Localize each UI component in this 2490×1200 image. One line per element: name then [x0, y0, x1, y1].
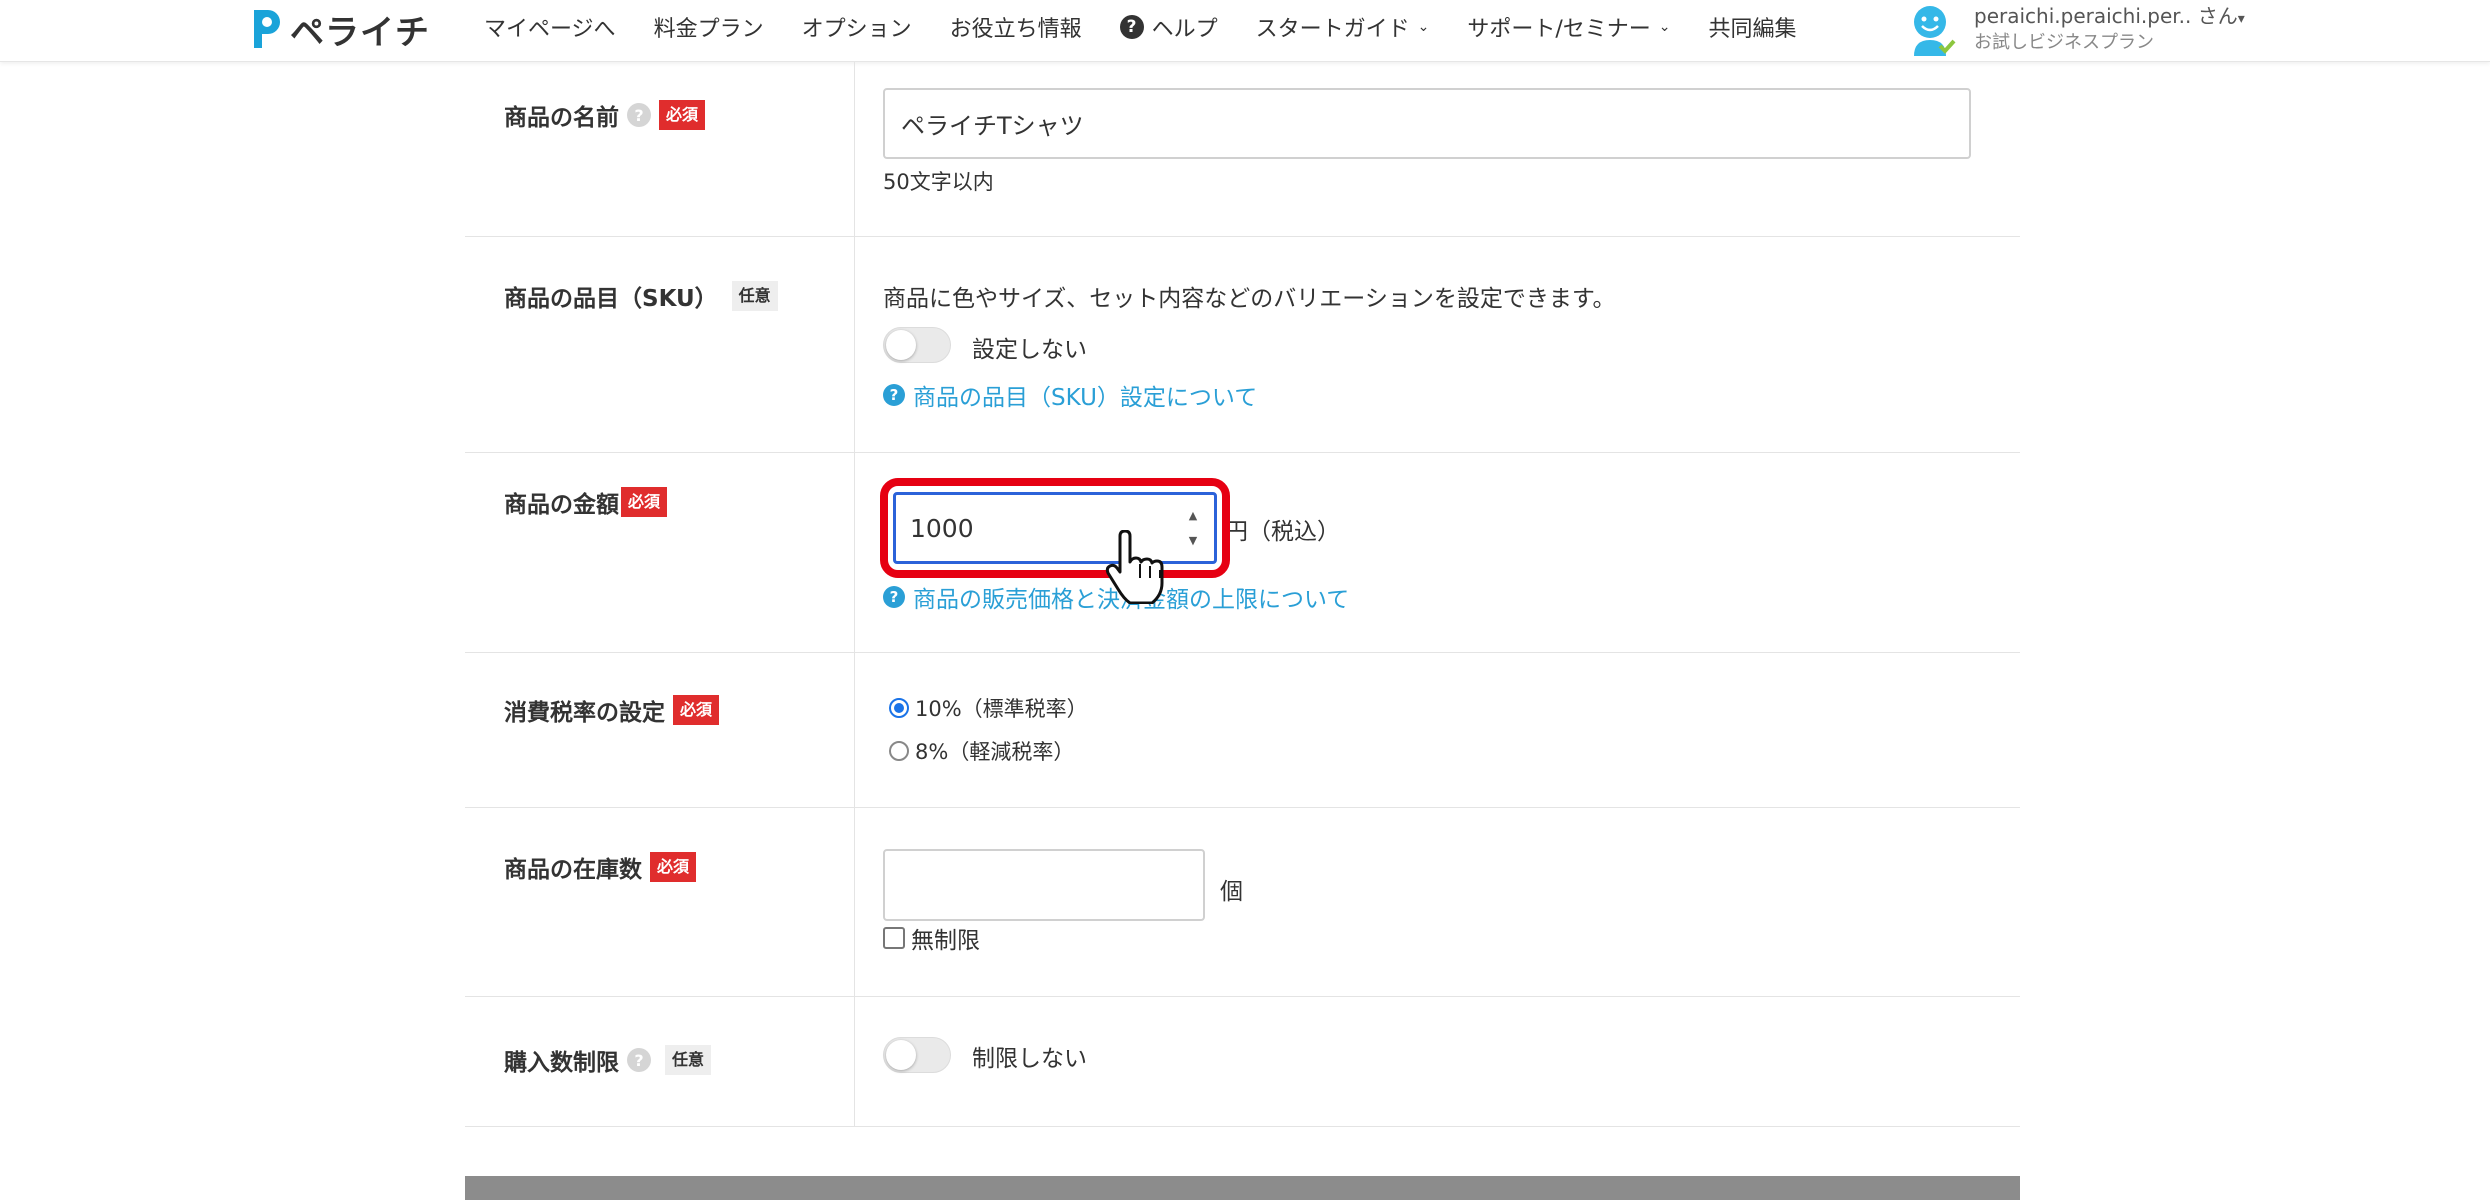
question-circle-icon: ? [883, 586, 905, 608]
logo-text: ペライチ [290, 12, 430, 53]
value-cell: 商品に色やサイズ、セット内容などのバリエーションを設定できます。 設定しない ?… [855, 237, 2020, 452]
tax-rate-label: 消費税率の設定 必須 [504, 693, 720, 727]
nav-label: お役立ち情報 [949, 17, 1082, 42]
optional-badge: 任意 [731, 281, 778, 311]
user-name-text: peraichi.peraichi.per.. さん [1974, 3, 2238, 28]
row-product-name: 商品の名前 ? 必須 ペライチTシャツ 50文字以内 [465, 62, 2020, 237]
row-tax-rate: 消費税率の設定 必須 10%（標準税率） 8%（軽減税率） [465, 653, 2020, 808]
user-name: peraichi.peraichi.per.. さん▾ [1974, 4, 2245, 31]
question-circle-icon: ? [1119, 15, 1144, 39]
stock-label: 商品の在庫数 必須 [504, 850, 697, 884]
peraichi-logo-icon [254, 10, 280, 48]
sku-toggle[interactable] [883, 327, 951, 363]
nav-label: 料金プラン [653, 17, 764, 42]
label-text: 商品の在庫数 [504, 857, 642, 883]
row-sku: 商品の品目（SKU） 任意 商品に色やサイズ、セット内容などのバリエーションを設… [465, 237, 2020, 453]
sku-toggle-label: 設定しない [972, 337, 1087, 363]
sku-help-link[interactable]: ? 商品の品目（SKU）設定について [883, 378, 1257, 412]
label-cell: 商品の在庫数 必須 [465, 808, 855, 996]
radio-unselected[interactable] [889, 741, 909, 761]
footer-bar [465, 1176, 2020, 1200]
nav-label: オプション [801, 17, 912, 42]
row-price: 商品の金額 必須 円（税込） ? 商品の販売価格と決済金額の上限について [465, 453, 2020, 653]
input-value: 1000 [910, 513, 974, 543]
radio-label: 10%（標準税率） [915, 697, 1088, 721]
optional-badge: 任意 [665, 1045, 712, 1075]
nav-co-edit[interactable]: 共同編集 [1709, 11, 1797, 43]
help-icon[interactable]: ? [627, 1048, 651, 1072]
stock-unlimited-option[interactable]: 無制限 [883, 921, 980, 955]
value-cell: 制限しない [855, 997, 2020, 1126]
chevron-down-icon: ⌄ [1417, 19, 1430, 35]
nav-label: マイページへ [484, 17, 616, 42]
label-cell: 商品の品目（SKU） 任意 [465, 237, 855, 452]
unlimited-checkbox[interactable] [883, 927, 905, 949]
label-text: 商品の名前 [504, 105, 619, 131]
tax-option-8[interactable]: 8%（軽減税率） [889, 736, 1074, 766]
purchase-limit-label: 購入数制限 ? 任意 [504, 1043, 712, 1077]
nav-label: サポート/セミナー [1467, 17, 1651, 42]
value-cell: 個 無制限 [855, 808, 2020, 996]
caret-down-icon: ▾ [2237, 10, 2245, 27]
user-plan: お試しビジネスプラン [1974, 31, 2154, 53]
peraichi-logo[interactable]: ペライチ [248, 4, 430, 54]
required-badge: 必須 [673, 695, 720, 725]
sku-description: 商品に色やサイズ、セット内容などのバリエーションを設定できます。 [883, 286, 1616, 312]
avatar [1914, 6, 1956, 56]
product-name-label: 商品の名前 ? 必須 [504, 98, 706, 132]
nav-useful-info[interactable]: お役立ち情報 [950, 11, 1082, 43]
required-badge: 必須 [650, 852, 697, 882]
product-name-hint: 50文字以内 [883, 170, 994, 194]
nav-label: 共同編集 [1708, 17, 1797, 42]
product-form: 商品の名前 ? 必須 ペライチTシャツ 50文字以内 商品の品目（SKU） 任意… [465, 62, 2020, 1127]
nav-support-seminar[interactable]: サポート/セミナー ⌄ [1467, 11, 1670, 43]
radio-label: 8%（軽減税率） [915, 740, 1075, 764]
user-menu[interactable]: peraichi.peraichi.per.. さん▾ お試しビジネスプラン [1908, 0, 2245, 58]
input-value: ペライチTシャツ [901, 112, 1084, 140]
value-cell: ペライチTシャツ 50文字以内 [855, 62, 2020, 236]
row-stock: 商品の在庫数 必須 個 無制限 [465, 808, 2020, 997]
top-header: ペライチ マイページへ 料金プラン オプション お役立ち情報 ? ヘルプ スタート… [0, 0, 2490, 62]
purchase-limit-toggle-label: 制限しない [972, 1046, 1087, 1072]
main-nav: マイページへ 料金プラン オプション お役立ち情報 ? ヘルプ スタートガイド ⌄ … [484, 0, 1835, 54]
label-cell: 購入数制限 ? 任意 [465, 997, 855, 1126]
nav-label: ヘルプ [1151, 17, 1218, 42]
spinner-down-icon[interactable]: ▼ [1189, 534, 1197, 547]
purchase-limit-toggle[interactable] [883, 1037, 951, 1073]
tax-option-10[interactable]: 10%（標準税率） [889, 693, 1088, 723]
radio-selected[interactable] [889, 698, 909, 718]
label-text: 商品の品目（SKU） [504, 286, 718, 312]
nav-pricing[interactable]: 料金プラン [654, 11, 764, 43]
nav-help[interactable]: ? ヘルプ [1119, 11, 1218, 43]
sku-label: 商品の品目（SKU） 任意 [504, 279, 778, 313]
label-text: 消費税率の設定 [504, 700, 665, 726]
label-cell: 商品の金額 必須 [465, 453, 855, 652]
label-text: 商品の金額 [504, 492, 619, 518]
user-info: peraichi.peraichi.per.. さん▾ お試しビジネスプラン [1974, 4, 2245, 55]
nav-label: スタートガイド [1255, 17, 1410, 42]
nav-mypage[interactable]: マイページへ [484, 11, 616, 43]
hand-pointer-icon [1105, 530, 1164, 604]
nav-start-guide[interactable]: スタートガイド ⌄ [1256, 11, 1430, 43]
number-spinner[interactable]: ▲ ▼ [1184, 509, 1202, 547]
chevron-down-icon: ⌄ [1658, 19, 1671, 35]
stock-unit: 個 [1220, 879, 1243, 905]
label-text: 購入数制限 [504, 1050, 619, 1076]
help-icon[interactable]: ? [627, 103, 651, 127]
value-cell: 10%（標準税率） 8%（軽減税率） [855, 653, 2020, 807]
required-badge: 必須 [621, 487, 668, 517]
row-purchase-limit: 購入数制限 ? 任意 制限しない [465, 997, 2020, 1127]
nav-options[interactable]: オプション [802, 11, 912, 43]
label-cell: 商品の名前 ? 必須 [465, 62, 855, 236]
spinner-up-icon[interactable]: ▲ [1189, 509, 1197, 522]
product-name-input[interactable]: ペライチTシャツ [883, 88, 1971, 159]
label-cell: 消費税率の設定 必須 [465, 653, 855, 807]
price-label: 商品の金額 必須 [504, 485, 668, 519]
link-text: 商品の品目（SKU）設定について [913, 385, 1258, 411]
price-unit: 円（税込） [1225, 519, 1340, 545]
required-badge: 必須 [659, 100, 706, 130]
stock-input[interactable] [883, 849, 1205, 921]
checkbox-label: 無制限 [911, 928, 980, 954]
question-circle-icon: ? [883, 384, 905, 406]
